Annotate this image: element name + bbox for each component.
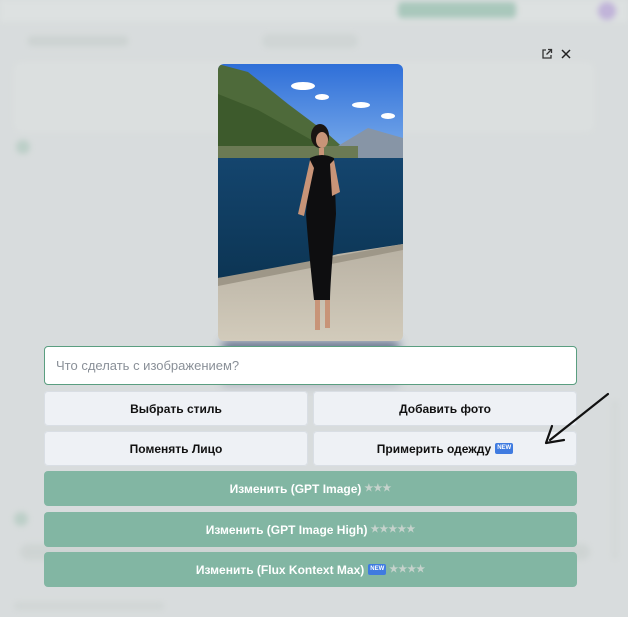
edit-gpt-image-button[interactable]: Изменить (GPT Image) ★★★ — [44, 471, 577, 506]
new-badge: NEW — [495, 443, 514, 454]
choose-style-label: Выбрать стиль — [130, 401, 222, 416]
image-preview — [218, 64, 403, 341]
close-icon[interactable] — [558, 46, 574, 62]
edit-gpt-image-label: Изменить (GPT Image) — [229, 481, 362, 496]
add-photo-button[interactable]: Добавить фото — [313, 391, 577, 426]
arrow-annotation-icon — [544, 392, 610, 445]
change-face-button[interactable]: Поменять Лицо — [44, 431, 308, 466]
try-on-clothes-button[interactable]: Примерить одежду NEW — [313, 431, 577, 466]
rating-stars: ★★★★★ — [370, 524, 416, 535]
edit-flux-kontext-max-label: Изменить (Flux Kontext Max) — [195, 562, 365, 577]
try-on-clothes-label: Примерить одежду — [376, 441, 492, 456]
add-photo-label: Добавить фото — [399, 401, 491, 416]
external-link-icon[interactable] — [539, 46, 555, 62]
rating-stars: ★★★★ — [389, 564, 426, 575]
change-face-label: Поменять Лицо — [129, 441, 223, 456]
choose-style-button[interactable]: Выбрать стиль — [44, 391, 308, 426]
prompt-input[interactable] — [44, 346, 577, 385]
edit-gpt-image-high-label: Изменить (GPT Image High) — [205, 522, 368, 537]
edit-gpt-image-high-button[interactable]: Изменить (GPT Image High) ★★★★★ — [44, 512, 577, 547]
edit-flux-kontext-max-button[interactable]: Изменить (Flux Kontext Max) NEW ★★★★ — [44, 552, 577, 587]
rating-stars: ★★★ — [364, 483, 392, 494]
new-badge: NEW — [368, 564, 387, 575]
